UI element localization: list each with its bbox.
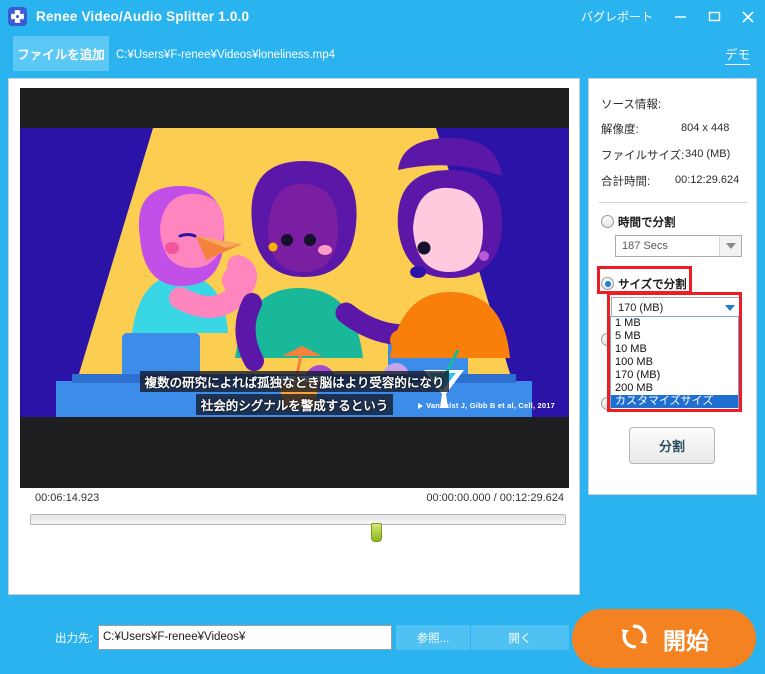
- position-total-label: 00:00:00.000 / 00:12:29.624: [426, 492, 564, 504]
- size-options-dropdown[interactable]: 1 MB 5 MB 10 MB 100 MB 170 (MB) 200 MB カ…: [610, 316, 739, 408]
- demo-link[interactable]: デモ: [724, 33, 750, 76]
- duration-value: 00:12:29.624: [675, 174, 740, 186]
- duration-label: 合計時間:: [601, 176, 651, 188]
- file-row: ファイルを追加 C:¥Users¥F-renee¥Videos¥loneline…: [0, 33, 765, 76]
- loaded-file-path: C:¥Users¥F-renee¥Videos¥loneliness.mp4: [116, 48, 336, 61]
- label-split-by-size: サイズで分割: [618, 279, 687, 291]
- bug-report-link[interactable]: バグレポート: [571, 8, 663, 25]
- application-window: Renee Video/Audio Splitter 1.0.0 バグレポート …: [0, 0, 765, 674]
- minimize-icon[interactable]: [663, 0, 697, 33]
- filesize-label: ファイルサイズ:: [601, 150, 685, 162]
- subtitle-line-2: 社会的シグナルを警成するという: [195, 394, 394, 415]
- filesize-value: 340 (MB): [685, 148, 731, 160]
- dropdown-option[interactable]: 100 MB: [611, 356, 738, 369]
- seek-bar[interactable]: [30, 514, 566, 525]
- seek-handle[interactable]: [371, 523, 382, 542]
- label-split-by-time: 時間で分割: [618, 217, 676, 229]
- open-folder-button[interactable]: 開く: [471, 625, 569, 650]
- start-button[interactable]: 開始: [572, 609, 756, 668]
- dropdown-option[interactable]: 1 MB: [611, 317, 738, 330]
- dropdown-option-selected[interactable]: カスタマイズサイズ: [611, 395, 738, 408]
- combo-time-value[interactable]: 187 Secs: [615, 235, 742, 257]
- dropdown-option[interactable]: 200 MB: [611, 382, 738, 395]
- dropdown-option[interactable]: 10 MB: [611, 343, 738, 356]
- panel-divider: [599, 202, 747, 203]
- output-path-input[interactable]: C:¥Users¥F-renee¥Videos¥: [98, 625, 392, 650]
- current-time-label: 00:06:14.923: [35, 492, 100, 504]
- resolution-label: 解像度:: [601, 124, 639, 136]
- resolution-value: 804 x 448: [681, 122, 730, 134]
- browse-button[interactable]: 参照...: [396, 625, 470, 650]
- radio-split-by-time[interactable]: [601, 215, 614, 228]
- preview-panel: 複数の研究によれば孤独なとき脳はより受容的になり 社会的シグナルを警成するという…: [8, 78, 580, 667]
- source-info-heading: ソース情報:: [601, 99, 662, 111]
- start-button-label: 開始: [663, 627, 709, 654]
- chevron-down-icon[interactable]: [719, 236, 741, 256]
- video-preview[interactable]: 複数の研究によれば孤独なとき脳はより受容的になり 社会的シグナルを警成するという…: [20, 88, 569, 488]
- video-frame: 複数の研究によれば孤独なとき脳はより受容的になり 社会的シグナルを警成するという…: [20, 128, 569, 417]
- split-button[interactable]: 分割: [629, 427, 715, 464]
- maximize-icon[interactable]: [697, 0, 731, 33]
- citation-text: Vanhalst J, Gibb B et al, Cell, 2017: [418, 401, 555, 410]
- window-title: Renee Video/Audio Splitter 1.0.0: [36, 9, 250, 24]
- combo-size-value-text: 170 (MB): [618, 302, 664, 314]
- add-file-button[interactable]: ファイルを追加: [13, 36, 109, 71]
- refresh-icon: [619, 621, 650, 657]
- combo-time-value-text: 187 Secs: [622, 240, 668, 252]
- film-reel-icon: [8, 7, 27, 26]
- title-bar: Renee Video/Audio Splitter 1.0.0 バグレポート: [0, 0, 765, 33]
- triangle-icon: [418, 403, 424, 410]
- subtitle-line-1: 複数の研究によれば孤独なとき脳はより受容的になり: [139, 371, 450, 392]
- output-label: 出力先:: [55, 633, 93, 645]
- dropdown-option[interactable]: 170 (MB): [611, 369, 738, 382]
- radio-split-by-size[interactable]: [601, 277, 614, 290]
- dropdown-option[interactable]: 5 MB: [611, 330, 738, 343]
- chevron-down-icon[interactable]: [719, 298, 741, 318]
- close-icon[interactable]: [731, 0, 765, 33]
- window-controls: バグレポート: [571, 0, 765, 33]
